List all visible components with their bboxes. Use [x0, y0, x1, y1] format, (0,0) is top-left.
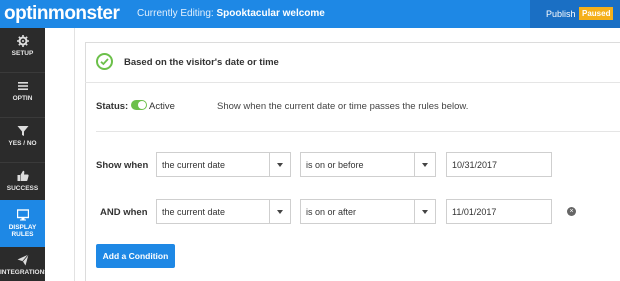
monitor-icon	[16, 209, 29, 221]
select-value: is on or before	[306, 160, 364, 170]
chevron-down-icon	[414, 200, 435, 223]
thumbs-up-icon	[17, 170, 29, 181]
gear-icon	[16, 35, 29, 47]
sidebar-item-yes-no[interactable]: YES / NO	[0, 118, 45, 162]
condition-operator-select[interactable]: is on or after	[300, 199, 436, 224]
input-value: 10/31/2017	[452, 160, 498, 170]
chevron-down-icon	[414, 153, 435, 176]
remove-condition-icon[interactable]: ×	[567, 207, 576, 216]
select-value: the current date	[162, 160, 226, 170]
sidebar: SETUP OPTIN YES / NO SUCCESS DISPLAY RUL…	[0, 28, 49, 281]
sidebar-item-label: DISPLAY RULES	[8, 224, 37, 238]
condition-subject-select[interactable]: the current date	[156, 199, 291, 224]
check-circle-icon	[96, 53, 113, 70]
chevron-down-icon	[269, 200, 290, 223]
divider	[85, 82, 620, 83]
content-gutter	[45, 28, 75, 281]
select-value: the current date	[162, 207, 226, 217]
editing-prefix: Currently Editing:	[137, 8, 214, 19]
top-bar: optinmonster Currently Editing: Spooktac…	[0, 0, 620, 28]
sidebar-item-label: OPTIN	[12, 95, 33, 102]
add-condition-button[interactable]: Add a Condition	[96, 244, 175, 268]
select-value: is on or after	[306, 207, 357, 217]
sidebar-item-label: SUCCESS	[6, 185, 39, 192]
divider	[96, 131, 620, 132]
app-logo[interactable]: optinmonster	[4, 3, 120, 25]
condition-date-input[interactable]: 10/31/2017	[446, 152, 552, 177]
condition-label: AND when	[100, 207, 148, 218]
sidebar-item-setup[interactable]: SETUP	[0, 28, 45, 72]
condition-operator-select[interactable]: is on or before	[300, 152, 436, 177]
chevron-down-icon	[269, 153, 290, 176]
sidebar-item-integrations[interactable]: INTEGRATIONS	[0, 247, 49, 281]
condition-label: Show when	[96, 160, 149, 171]
campaign-name: Spooktacular welcome	[216, 8, 325, 19]
sidebar-item-label: YES / NO	[8, 140, 37, 147]
status-label: Status:	[96, 101, 129, 112]
rule-description: Show when the current date or time passe…	[217, 101, 469, 112]
input-value: 11/01/2017	[452, 207, 497, 217]
sidebar-item-display-rules[interactable]: DISPLAY RULES	[0, 200, 45, 247]
publish-label: Publish	[546, 9, 576, 19]
status-badge: Paused	[579, 7, 614, 20]
sidebar-item-optin[interactable]: OPTIN	[0, 73, 45, 117]
status-toggle[interactable]	[131, 100, 147, 110]
status-value: Active	[149, 101, 175, 112]
rule-title: Based on the visitor's date or time	[124, 57, 279, 68]
paper-plane-icon	[17, 254, 29, 266]
condition-date-input[interactable]: 11/01/2017	[446, 199, 552, 224]
editing-indicator: Currently Editing: Spooktacular welcome	[137, 8, 325, 19]
filter-icon	[17, 126, 28, 136]
sidebar-item-label: INTEGRATIONS	[0, 269, 49, 276]
publish-button[interactable]: Publish Paused	[530, 0, 620, 28]
sidebar-item-label: SETUP	[11, 50, 34, 57]
menu-icon	[17, 82, 28, 90]
condition-subject-select[interactable]: the current date	[156, 152, 291, 177]
